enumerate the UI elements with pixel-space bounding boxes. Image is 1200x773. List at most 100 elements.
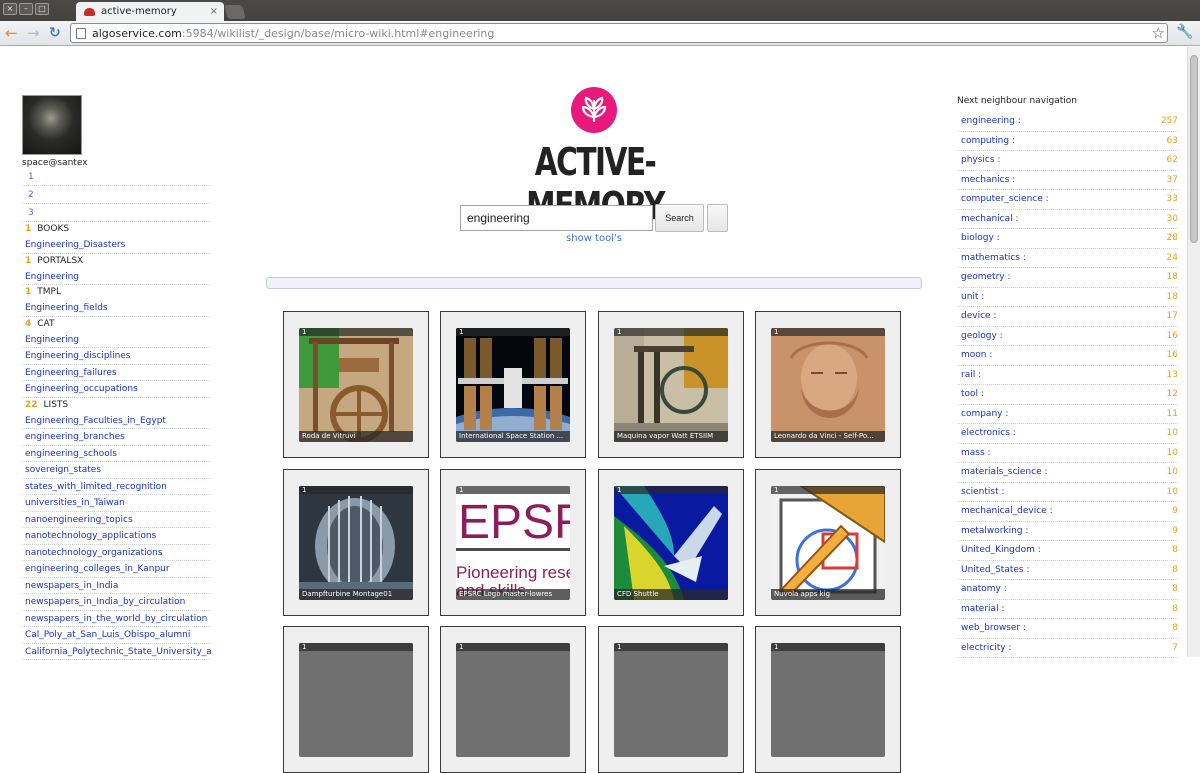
neighbour-nav-item[interactable]: United_Kingdom : 8	[957, 541, 1178, 561]
category-link[interactable]: Engineering	[22, 332, 211, 348]
neighbour-nav-item[interactable]: scientist : 10	[957, 483, 1178, 502]
category-link[interactable]: Engineering_Faculties_in_Egypt	[22, 413, 211, 429]
neighbour-nav-item[interactable]: mechanics : 37	[957, 171, 1178, 190]
neighbour-nav-item[interactable]: physics : 62	[957, 151, 1178, 171]
close-window-icon[interactable]: ×	[3, 3, 17, 15]
category-link[interactable]: Engineering_fields	[22, 300, 211, 317]
neighbour-nav-item[interactable]: rail : 13	[957, 366, 1178, 385]
search-options-button[interactable]	[707, 204, 728, 232]
tab-close-icon[interactable]: ×	[210, 6, 218, 17]
neighbour-nav-label[interactable]: mathematics :	[961, 249, 1026, 268]
category-link[interactable]: newspapers_in_India_by_circulation	[22, 594, 211, 611]
neighbour-nav-label[interactable]: computing :	[961, 132, 1015, 151]
neighbour-nav-item[interactable]: biology : 28	[957, 229, 1178, 249]
image-thumbnail[interactable]: 1 Roda de Vitruvi	[283, 311, 429, 458]
category-link[interactable]: Cal_Poly_at_San_Luis_Obispo_alumni	[22, 627, 211, 644]
neighbour-nav-label[interactable]: biology :	[961, 229, 1000, 248]
neighbour-nav-item[interactable]: mechanical : 30	[957, 210, 1178, 229]
neighbour-nav-item[interactable]: geometry : 18	[957, 268, 1178, 288]
neighbour-nav-item[interactable]: company : 11	[957, 405, 1178, 424]
neighbour-nav-item[interactable]: computer_science : 33	[957, 190, 1178, 210]
neighbour-nav-label[interactable]: mass :	[961, 444, 991, 463]
neighbour-nav-label[interactable]: material :	[961, 600, 1004, 619]
thumbnail-image[interactable]: 1 Roda de Vitruvi	[299, 328, 413, 442]
image-thumbnail[interactable]: 1 CFD Shuttle	[598, 469, 744, 616]
neighbour-nav-label[interactable]: unit :	[961, 288, 984, 307]
thumbnail-image[interactable]: EPSRCPioneering researchand skills1EPSRC…	[456, 486, 570, 600]
image-thumbnail[interactable]: 1 Nuvola apps kig	[755, 469, 901, 616]
neighbour-nav-label[interactable]: moon :	[961, 346, 992, 365]
maximize-window-icon[interactable]: □	[35, 3, 49, 15]
neighbour-nav-item[interactable]: unit : 18	[957, 288, 1178, 307]
search-button[interactable]: Search	[655, 204, 704, 232]
forward-arrow-icon[interactable]: →	[27, 24, 40, 42]
thumbnail-image[interactable]: 1 International Space Station ...	[456, 328, 570, 442]
neighbour-nav-label[interactable]: tool :	[961, 385, 984, 404]
page-number-link[interactable]: 2	[22, 186, 211, 204]
neighbour-nav-label[interactable]: web_browser :	[961, 619, 1026, 638]
category-link[interactable]: nanotechnology_organizations	[22, 545, 211, 561]
category-link[interactable]: newspapers_in_India	[22, 578, 211, 594]
category-link[interactable]: states_with_limited_recognition	[22, 479, 211, 495]
neighbour-nav-label[interactable]: rail :	[961, 366, 981, 385]
neighbour-nav-label[interactable]: physics :	[961, 151, 1000, 170]
category-link[interactable]: Engineering_disciplines	[22, 348, 211, 365]
thumbnail-image[interactable]: 1 Maquina vapor Watt ETSIIM	[614, 328, 728, 442]
neighbour-nav-label[interactable]: company :	[961, 405, 1008, 424]
thumbnail-image[interactable]: 1 Nuvola apps kig	[771, 486, 885, 600]
neighbour-nav-label[interactable]: materials_science :	[961, 463, 1048, 482]
neighbour-nav-label[interactable]: engineering :	[961, 112, 1021, 131]
neighbour-nav-item[interactable]: electronics : 10	[957, 424, 1178, 444]
category-link[interactable]: newspapers_in_the_world_by_circulation	[22, 611, 211, 627]
neighbour-nav-item[interactable]: anatomy : 8	[957, 580, 1178, 600]
image-thumbnail[interactable]: 1	[440, 626, 586, 773]
thumbnail-image[interactable]: 1	[614, 643, 728, 757]
neighbour-nav-item[interactable]: engineering : 257	[957, 112, 1178, 132]
page-number-link[interactable]: 3	[22, 204, 211, 222]
image-thumbnail[interactable]: EPSRCPioneering researchand skills1EPSRC…	[440, 469, 586, 616]
neighbour-nav-item[interactable]: mass : 10	[957, 444, 1178, 463]
neighbour-nav-item[interactable]: device : 17	[957, 307, 1178, 327]
back-arrow-icon[interactable]: ←	[5, 24, 18, 42]
thumbnail-image[interactable]: 1 Leonardo da Vinci - Self-Po...	[771, 328, 885, 442]
thumbnail-image[interactable]: 1 CFD Shuttle	[614, 486, 728, 600]
category-link[interactable]: universities_in_Taiwan	[22, 495, 211, 512]
minimize-window-icon[interactable]: –	[19, 3, 33, 15]
neighbour-nav-label[interactable]: computer_science :	[961, 190, 1049, 209]
thumbnail-image[interactable]: 1 Dampfturbine Montage01	[299, 486, 413, 600]
neighbour-nav-item[interactable]: mathematics : 24	[957, 249, 1178, 268]
image-thumbnail[interactable]: 1	[598, 626, 744, 773]
neighbour-nav-item[interactable]: computing : 63	[957, 132, 1178, 151]
neighbour-nav-item[interactable]: tool : 12	[957, 385, 1178, 405]
neighbour-nav-item[interactable]: United_States : 8	[957, 561, 1178, 580]
thumbnail-image[interactable]: 1	[456, 643, 570, 757]
neighbour-nav-label[interactable]: device :	[961, 307, 996, 326]
neighbour-nav-label[interactable]: mechanics :	[961, 171, 1015, 190]
image-thumbnail[interactable]: 1 International Space Station ...	[440, 311, 586, 458]
category-link[interactable]: engineering_branches	[22, 429, 211, 446]
neighbour-nav-label[interactable]: scientist :	[961, 483, 1005, 502]
category-link[interactable]: Engineering_Disasters	[22, 237, 211, 254]
category-link[interactable]: Engineering_occupations	[22, 381, 211, 398]
bookmark-star-icon[interactable]: ☆	[1152, 24, 1165, 42]
neighbour-nav-label[interactable]: metalworking :	[961, 522, 1028, 541]
category-link[interactable]: engineering_colleges_in_Kanpur	[22, 561, 211, 578]
category-link[interactable]: sovereign_states	[22, 462, 211, 479]
new-tab-button[interactable]	[224, 5, 246, 19]
category-link[interactable]: nanotechnology_applications	[22, 528, 211, 545]
neighbour-nav-label[interactable]: mechanical :	[961, 210, 1019, 229]
neighbour-nav-label[interactable]: United_States :	[961, 561, 1029, 580]
image-thumbnail[interactable]: 1	[755, 626, 901, 773]
page-scrollbar[interactable]	[1187, 47, 1200, 657]
neighbour-nav-label[interactable]: geology :	[961, 327, 1003, 346]
show-tools-link[interactable]: show tool's	[540, 233, 648, 244]
browser-tab[interactable]: active-memory ×	[76, 2, 224, 21]
neighbour-nav-label[interactable]: anatomy :	[961, 580, 1007, 599]
category-link[interactable]: engineering_schools	[22, 446, 211, 462]
neighbour-nav-item[interactable]: metalworking : 9	[957, 522, 1178, 541]
neighbour-nav-item[interactable]: mechanical_device : 9	[957, 502, 1178, 522]
image-thumbnail[interactable]: 1 Dampfturbine Montage01	[283, 469, 429, 616]
neighbour-nav-label[interactable]: geometry :	[961, 268, 1011, 287]
category-link[interactable]: Engineering	[22, 269, 211, 285]
neighbour-nav-item[interactable]: materials_science : 10	[957, 463, 1178, 483]
